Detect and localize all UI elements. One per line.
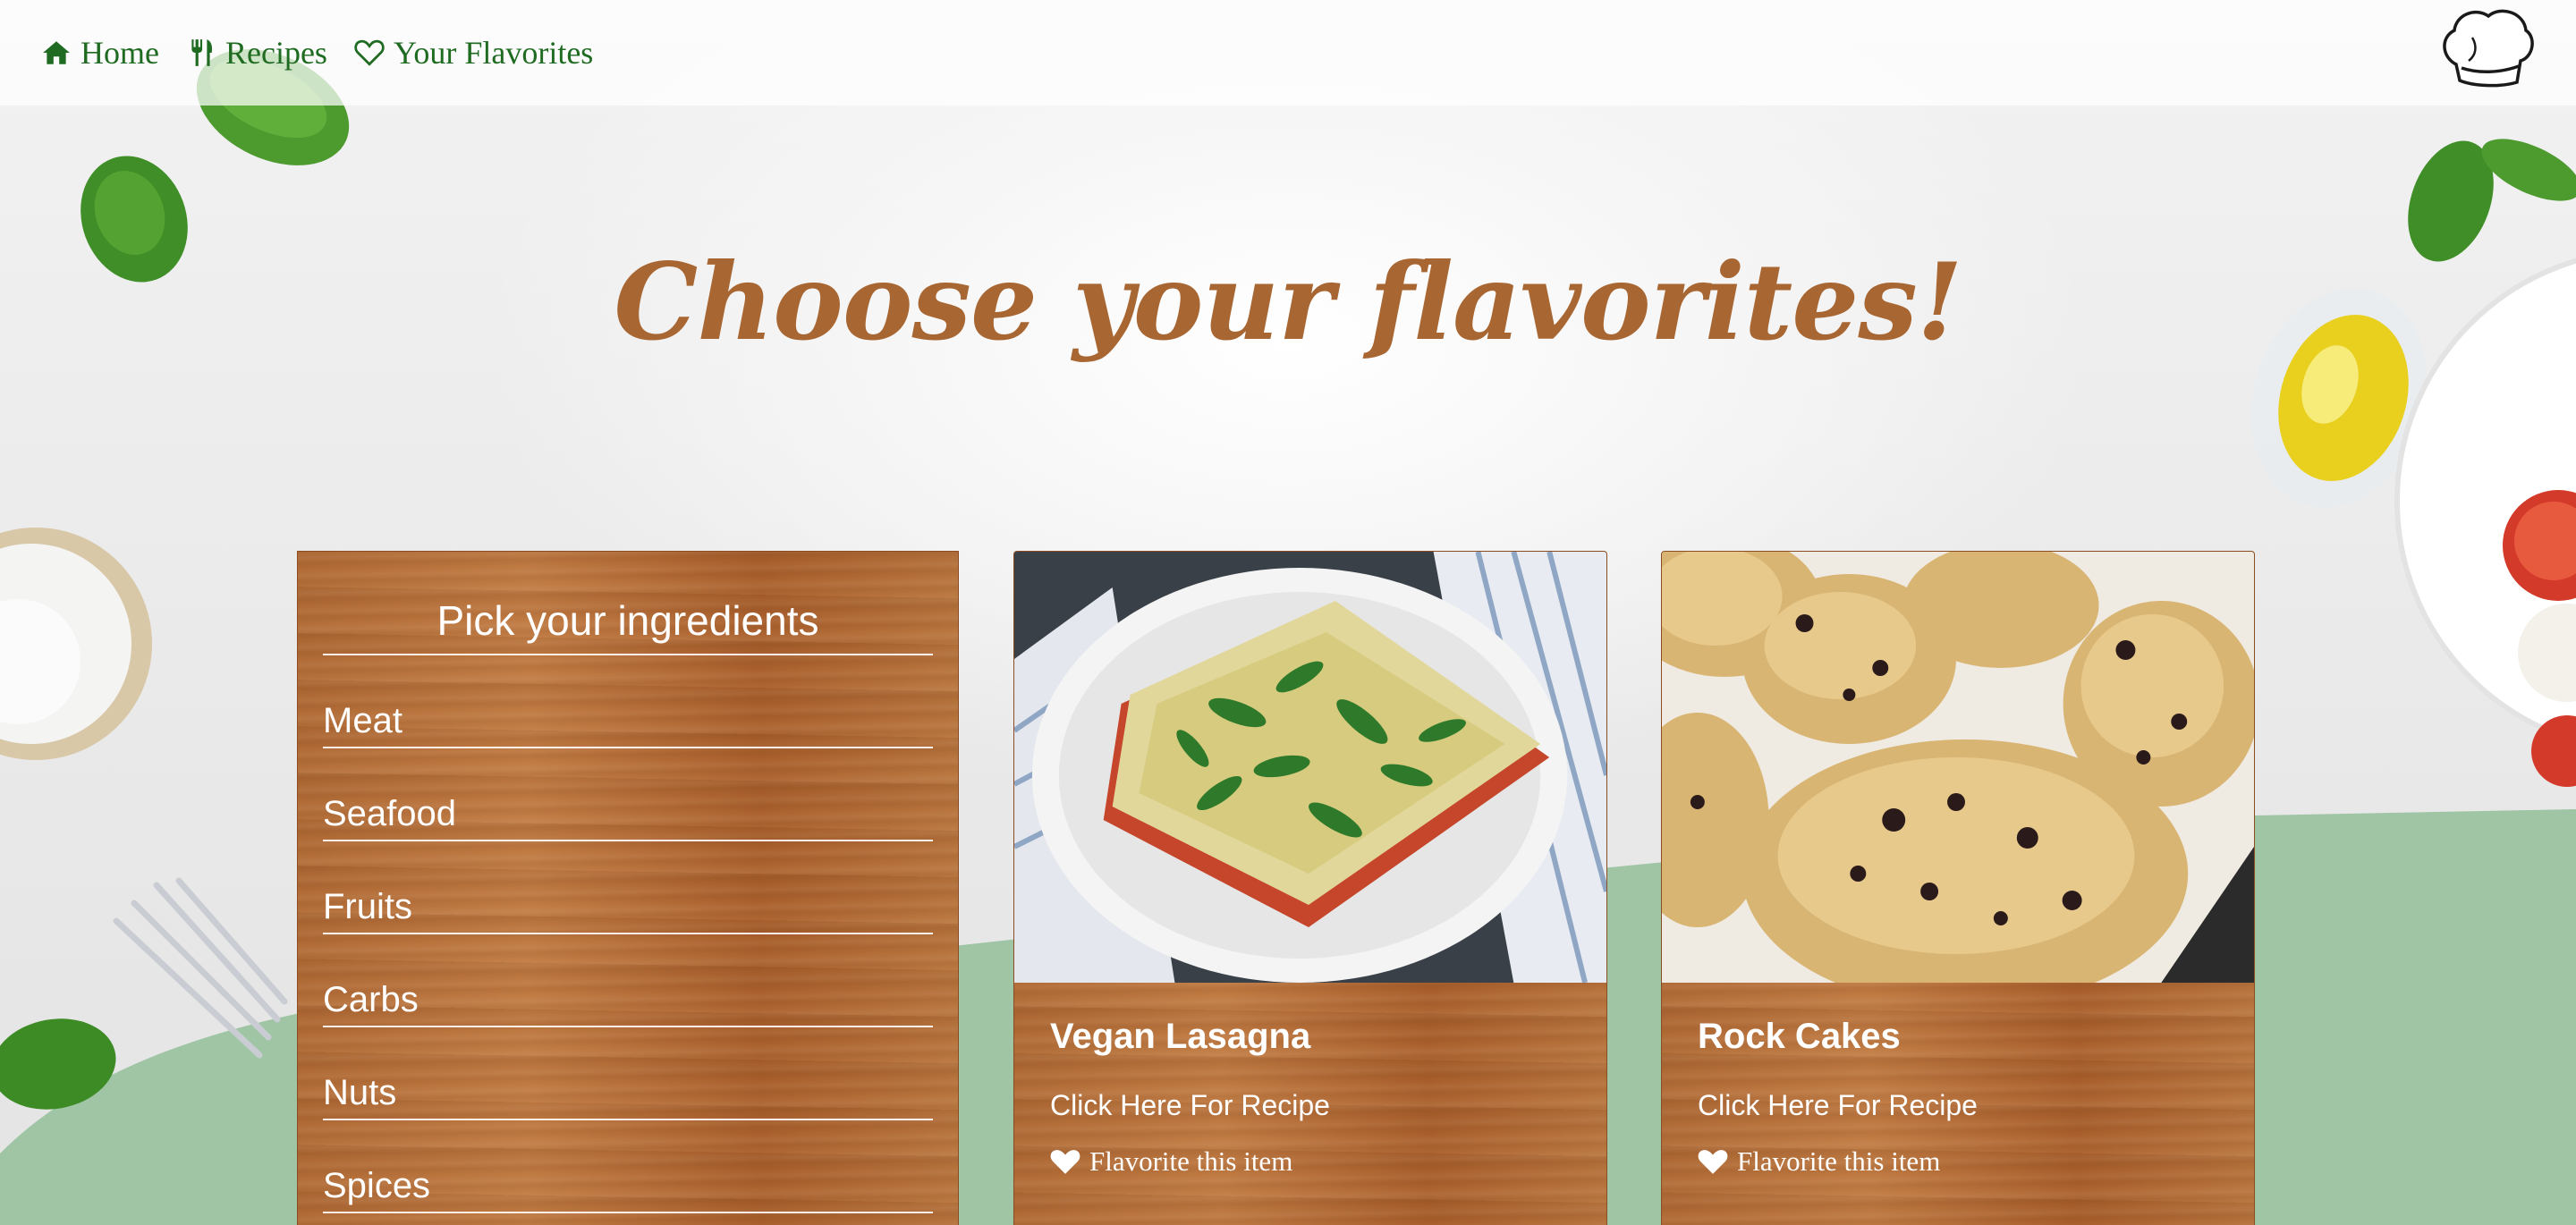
recipe-link[interactable]: Click Here For Recipe [1050, 1089, 1571, 1122]
recipe-link[interactable]: Click Here For Recipe [1698, 1089, 2218, 1122]
ingredient-carbs[interactable]: Carbs [323, 934, 933, 1027]
heart-icon [1698, 1150, 1728, 1174]
fork [113, 877, 288, 1059]
nav-home[interactable]: Home [41, 34, 159, 72]
ingredient-seafood[interactable]: Seafood [323, 748, 933, 841]
nav-flavorites-label: Your Flavorites [393, 35, 594, 71]
recipe-card: Vegan Lasagna Click Here For Recipe Flav… [1013, 551, 1607, 1225]
recipe-title: Vegan Lasagna [1050, 1017, 1311, 1056]
top-navigation: Home Recipes Your Flavorites [0, 0, 2576, 106]
utensils-icon [191, 39, 213, 66]
ingredient-nuts[interactable]: Nuts [323, 1027, 933, 1120]
recipe-title: Rock Cakes [1698, 1017, 1901, 1056]
favorite-label: Flavorite this item [1089, 1145, 1293, 1177]
favorite-button[interactable]: Flavorite this item [1050, 1145, 1571, 1178]
page-title: Choose your flavorites! [614, 240, 1962, 364]
lasagna-photo[interactable] [1014, 552, 1606, 983]
ingredient-fruits[interactable]: Fruits [323, 841, 933, 934]
recipe-card: Rock Cakes Click Here For Recipe Flavori… [1661, 551, 2255, 1225]
nav-your-flavorites[interactable]: Your Flavorites [354, 34, 593, 72]
ingredients-title: Pick your ingredients [323, 552, 933, 655]
chef-hat-icon[interactable] [2436, 2, 2537, 91]
ingredients-panel: Pick your ingredients Meat Seafood Fruit… [297, 551, 959, 1225]
home-icon [43, 41, 70, 64]
heart-outline-icon [354, 39, 385, 66]
favorite-button[interactable]: Flavorite this item [1698, 1145, 2218, 1178]
ingredient-meat[interactable]: Meat [323, 655, 933, 748]
ingredient-spices[interactable]: Spices [323, 1120, 933, 1213]
nav-home-label: Home [80, 35, 159, 71]
nav-recipes-label: Recipes [225, 35, 327, 71]
nav-recipes[interactable]: Recipes [186, 34, 327, 72]
rock-cakes-photo[interactable] [1662, 552, 2254, 983]
favorite-label: Flavorite this item [1737, 1145, 1941, 1177]
heart-icon [1050, 1150, 1080, 1174]
